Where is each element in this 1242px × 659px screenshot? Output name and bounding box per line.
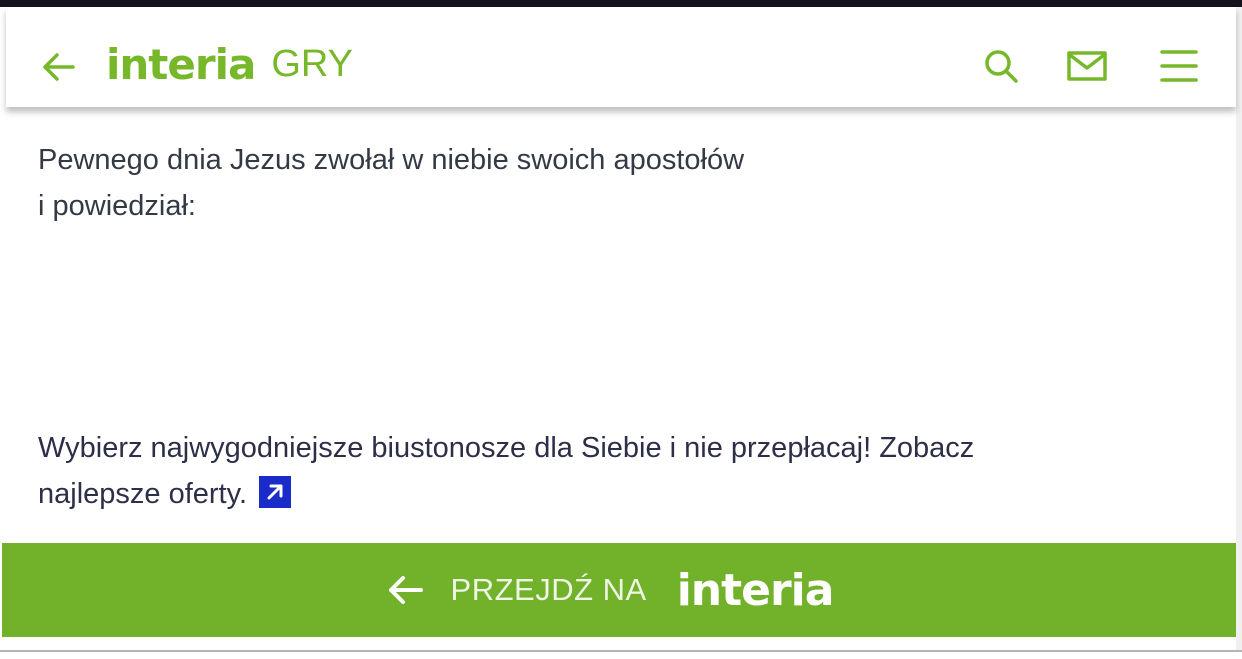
- site-header: interia GRY: [6, 7, 1236, 107]
- footer-button-content: PRZEJDŹ NA interia: [385, 565, 834, 616]
- article-intro: Pewnego dnia Jezus zwołał w niebie swoic…: [38, 137, 938, 229]
- back-arrow-icon[interactable]: [40, 47, 76, 87]
- search-icon[interactable]: [980, 45, 1022, 87]
- bottom-edge: [0, 650, 1242, 659]
- logo-wordmark: interia: [106, 39, 256, 89]
- intro-line-2: i powiedział:: [38, 190, 196, 222]
- external-link-icon[interactable]: [259, 476, 292, 508]
- hamburger-menu-icon[interactable]: [1158, 45, 1200, 87]
- intro-line-1: Pewnego dnia Jezus zwołał w niebie swoic…: [38, 144, 745, 176]
- footer-label: PRZEJDŹ NA: [450, 572, 647, 607]
- right-edge: [1236, 7, 1242, 650]
- footer-logo: interia: [676, 564, 835, 616]
- arrow-left-icon: [388, 576, 423, 604]
- section-title: GRY: [271, 42, 353, 85]
- ad-line-1[interactable]: Wybierz najwygodniejsze biustonosze dla …: [38, 432, 974, 464]
- ad-text[interactable]: Wybierz najwygodniejsze biustonosze dla …: [38, 425, 1178, 517]
- mail-icon[interactable]: [1066, 45, 1108, 87]
- logo[interactable]: interia GRY: [106, 35, 353, 93]
- go-to-interia-button[interactable]: PRZEJDŹ NA interia: [2, 543, 1236, 637]
- article-content: Pewnego dnia Jezus zwołał w niebie swoic…: [6, 107, 1236, 527]
- ad-line-2[interactable]: najlepsze oferty.: [38, 478, 247, 510]
- top-edge: [0, 0, 1242, 7]
